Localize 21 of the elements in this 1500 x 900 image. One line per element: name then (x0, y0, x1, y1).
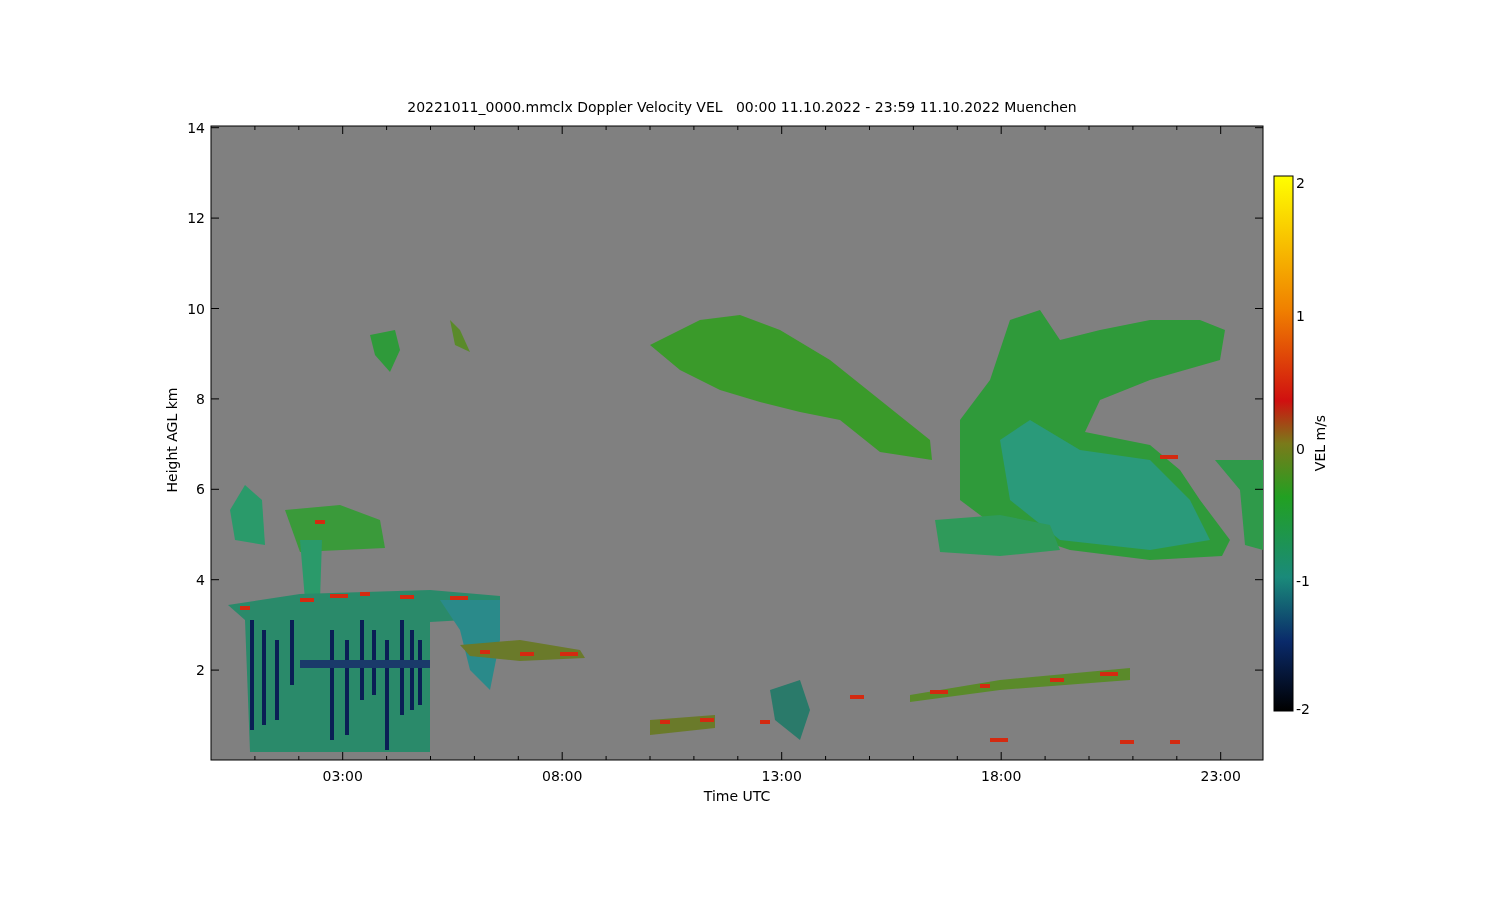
x-tick-label: 23:00 (1200, 768, 1241, 784)
x-tick-label: 08:00 (542, 768, 583, 784)
x-tick-label: 03:00 (322, 768, 363, 784)
y-tick-label: 4 (196, 571, 205, 588)
y-tick-label: 6 (196, 481, 205, 498)
x-axis-label: Time UTC (703, 788, 771, 804)
y-tick-label: 10 (187, 300, 205, 317)
x-tick-label: 13:00 (761, 768, 802, 784)
y-tick-label: 8 (196, 390, 205, 407)
y-axis-label: Height AGL km (164, 387, 180, 493)
colorbar-tick-label: -2 (1296, 701, 1310, 717)
y-tick-label: 12 (187, 210, 205, 227)
colorbar-tick-label: 2 (1296, 175, 1305, 191)
colorbar-tick-label: 0 (1296, 440, 1305, 457)
x-tick-label: 18:00 (981, 768, 1022, 784)
y-tick-label: 2 (196, 662, 205, 679)
colorbar-label: VEL m/s (1312, 414, 1328, 472)
colorbar-tick-label: -1 (1296, 573, 1310, 590)
chart-title: 20221011_0000.mmclx Doppler Velocity VEL 00:00 11.10.2022 - 23:59 11.10.2022 Muenchen (407, 99, 1077, 115)
y-tick-label: 14 (187, 119, 205, 136)
colorbar-tick-label: 1 (1296, 307, 1305, 324)
